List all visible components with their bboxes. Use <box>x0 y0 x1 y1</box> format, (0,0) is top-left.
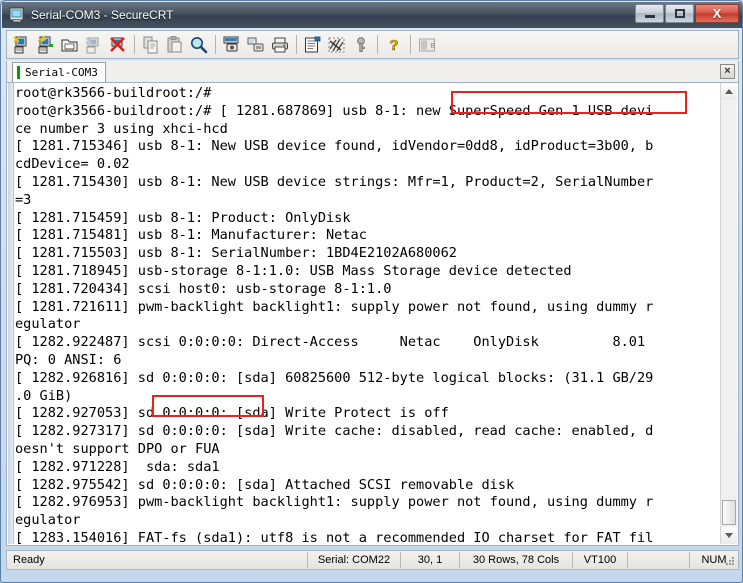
key-icon[interactable] <box>349 33 373 57</box>
terminal-line: [ 1281.715503] usb 8-1: SerialNumber: 1B… <box>15 245 721 263</box>
terminal-line: [ 1282.971228] sda: sda1 <box>15 459 721 477</box>
keymap-editor-icon[interactable]: B <box>415 33 439 57</box>
disconnect-icon[interactable] <box>106 33 130 57</box>
terminal-line: root@rk3566-buildroot:/# [ 1281.687869] … <box>15 103 721 121</box>
terminal-scrollbar[interactable] <box>720 83 737 544</box>
close-icon: X <box>713 7 722 20</box>
maximize-icon <box>675 9 685 18</box>
status-blank <box>628 551 689 569</box>
svg-text:?: ? <box>389 37 398 54</box>
title-bar[interactable]: Serial-COM3 - SecureCRT X <box>2 2 743 28</box>
terminal-line: [ 1283.154016] FAT-fs (sda1): utf8 is no… <box>15 530 721 544</box>
toolbar-separator <box>377 35 378 54</box>
status-cursor-position: 30, 1 <box>401 551 459 569</box>
terminal-line: cdDevice= 0.02 <box>15 156 721 174</box>
terminal-line: [ 1282.922487] scsi 0:0:0:0: Direct-Acce… <box>15 334 721 352</box>
terminal-line: oesn't support DPO or FUA <box>15 441 721 459</box>
chevron-down-icon <box>725 533 733 538</box>
status-emulation: VT100 <box>573 551 627 569</box>
terminal-line: [ 1282.926816] sd 0:0:0:0: [sda] 6082560… <box>15 370 721 388</box>
terminal-line: PQ: 0 ANSI: 6 <box>15 352 721 370</box>
toolbar-separator <box>215 35 216 54</box>
connect-sftp-icon[interactable] <box>82 33 106 57</box>
resize-grip-icon <box>724 555 736 567</box>
terminal-line: [ 1281.720434] scsi host0: usb-storage 8… <box>15 281 721 299</box>
tab-status-indicator-icon <box>17 66 20 79</box>
window-controls: X <box>635 4 739 23</box>
status-bar: Ready Serial: COM22 30, 1 30 Rows, 78 Co… <box>6 550 739 570</box>
status-serial: Serial: COM22 <box>308 551 400 569</box>
securecrt-icon <box>9 7 25 23</box>
terminal-line: [ 1282.976953] pwm-backlight backlight1:… <box>15 494 721 512</box>
scroll-down-button[interactable] <box>721 527 737 544</box>
connect-icon[interactable] <box>10 33 34 57</box>
terminal-line: [ 1281.715346] usb 8-1: New USB device f… <box>15 138 721 156</box>
status-dimensions: 30 Rows, 78 Cols <box>460 551 572 569</box>
print-icon[interactable] <box>268 33 292 57</box>
global-options-icon[interactable] <box>325 33 349 57</box>
terminal-line: [ 1281.715459] usb 8-1: Product: OnlyDis… <box>15 210 721 228</box>
tab-label: Serial-COM3 <box>25 66 98 79</box>
tab-strip: Serial-COM3 × <box>6 61 739 83</box>
tab-close-button[interactable]: × <box>720 64 735 79</box>
copy-icon[interactable] <box>139 33 163 57</box>
terminal-line: [ 1281.721611] pwm-backlight backlight1:… <box>15 299 721 317</box>
terminal-line: ce number 3 using xhci-hcd <box>15 121 721 139</box>
terminal-line: [ 1282.927053] sd 0:0:0:0: [sda] Write P… <box>15 405 721 423</box>
toolbar-separator <box>410 35 411 54</box>
print-screen-icon[interactable] <box>244 33 268 57</box>
terminal-line: =3 <box>15 192 721 210</box>
minimize-icon <box>645 15 655 18</box>
terminal-line: [ 1281.718945] usb-storage 8-1:1.0: USB … <box>15 263 721 281</box>
toolbar-separator <box>134 35 135 54</box>
terminal-line: egulator <box>15 316 721 334</box>
maximize-button[interactable] <box>665 4 694 23</box>
connect-in-tab-icon[interactable] <box>58 33 82 57</box>
terminal-panel[interactable]: root@rk3566-buildroot:/#root@rk3566-buil… <box>6 83 739 546</box>
terminal-line: [ 1282.975542] sd 0:0:0:0: [sda] Attache… <box>15 477 721 495</box>
find-icon[interactable] <box>187 33 211 57</box>
securecrt-window: Serial-COM3 - SecureCRT X <box>0 0 743 583</box>
paste-icon[interactable] <box>163 33 187 57</box>
close-button[interactable]: X <box>695 4 739 23</box>
terminal-line: egulator <box>15 512 721 530</box>
toolbar-separator <box>296 35 297 54</box>
chevron-up-icon <box>725 89 733 94</box>
scroll-up-button[interactable] <box>721 83 737 100</box>
tab-serial-com3[interactable]: Serial-COM3 <box>12 62 106 82</box>
log-session-icon[interactable] <box>220 33 244 57</box>
quick-connect-icon[interactable] <box>34 33 58 57</box>
svg-text:B: B <box>431 43 436 50</box>
terminal-line: root@rk3566-buildroot:/# <box>15 85 721 103</box>
window-title: Serial-COM3 - SecureCRT <box>31 8 173 22</box>
terminal-line: [ 1281.715430] usb 8-1: New USB device s… <box>15 174 721 192</box>
terminal-line: [ 1281.715481] usb 8-1: Manufacturer: Ne… <box>15 227 721 245</box>
toolbar: ? B <box>6 30 739 59</box>
terminal-output: root@rk3566-buildroot:/#root@rk3566-buil… <box>7 83 721 544</box>
session-options-icon[interactable] <box>301 33 325 57</box>
scrollbar-thumb[interactable] <box>722 500 736 525</box>
tab-close-icon: × <box>724 66 730 77</box>
terminal-line: .0 GiB) <box>15 388 721 406</box>
window-frame: Serial-COM3 - SecureCRT X <box>0 0 743 583</box>
status-state: Ready <box>7 551 307 569</box>
help-icon[interactable]: ? <box>382 33 406 57</box>
terminal-line: [ 1282.927317] sd 0:0:0:0: [sda] Write c… <box>15 423 721 441</box>
minimize-button[interactable] <box>635 4 664 23</box>
